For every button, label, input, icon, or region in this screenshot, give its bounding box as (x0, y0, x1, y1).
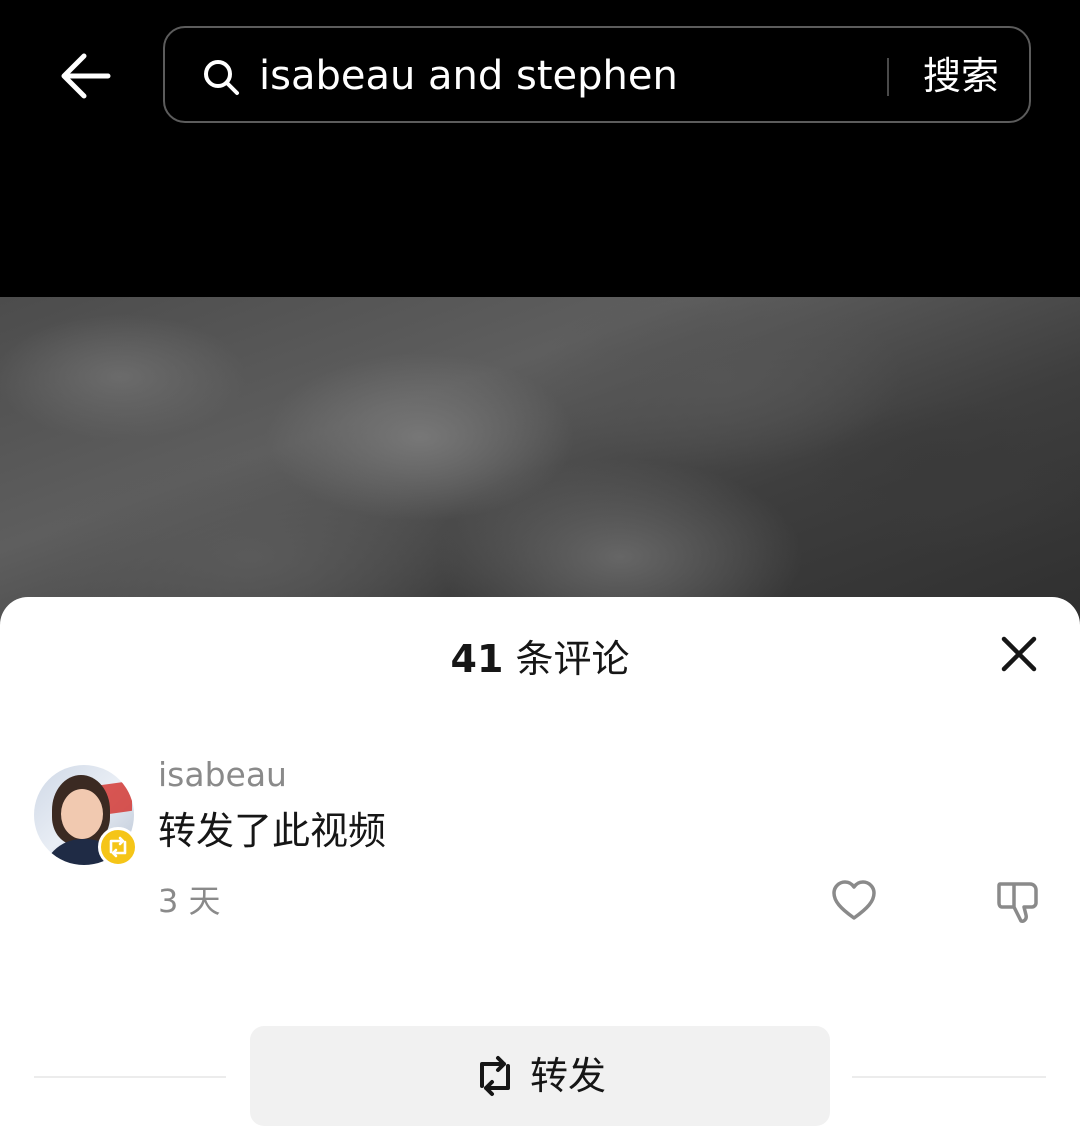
repost-button[interactable]: 转发 (250, 1026, 830, 1126)
comment-avatar-container[interactable] (34, 765, 138, 869)
repost-badge-icon (109, 836, 127, 858)
back-button[interactable] (56, 46, 116, 106)
comment-count-suffix: 条评论 (503, 637, 630, 681)
repost-icon (480, 1056, 510, 1096)
divider-right (852, 1076, 1046, 1078)
comment-count: 41 (450, 637, 504, 681)
search-icon (204, 60, 239, 95)
comments-title: 41 条评论 (0, 631, 1080, 687)
back-arrow-icon (61, 53, 111, 99)
heart-icon (832, 880, 876, 920)
comments-panel: 41 条评论 isabeau 转发了此视频 3 天 转发 (0, 597, 1080, 1148)
repost-button-label: 转发 (530, 1054, 607, 1098)
divider-left (34, 1076, 226, 1078)
search-bar[interactable]: isabeau and stephen 搜索 (163, 26, 1031, 123)
like-button[interactable] (830, 877, 878, 925)
search-input[interactable]: isabeau and stephen (259, 48, 678, 104)
comment-text: 转发了此视频 (158, 809, 387, 853)
search-button[interactable]: 搜索 (905, 48, 1017, 104)
close-icon (1001, 636, 1037, 672)
dislike-icon (997, 882, 1038, 923)
comment-username[interactable]: isabeau (158, 753, 287, 797)
comment-time: 3 天 (158, 882, 221, 920)
close-button[interactable] (994, 629, 1044, 679)
repost-badge (98, 827, 138, 867)
top-bar: isabeau and stephen 搜索 (0, 0, 1080, 297)
video-player[interactable] (0, 297, 1080, 627)
search-divider (887, 58, 889, 96)
dislike-button[interactable] (994, 877, 1042, 925)
